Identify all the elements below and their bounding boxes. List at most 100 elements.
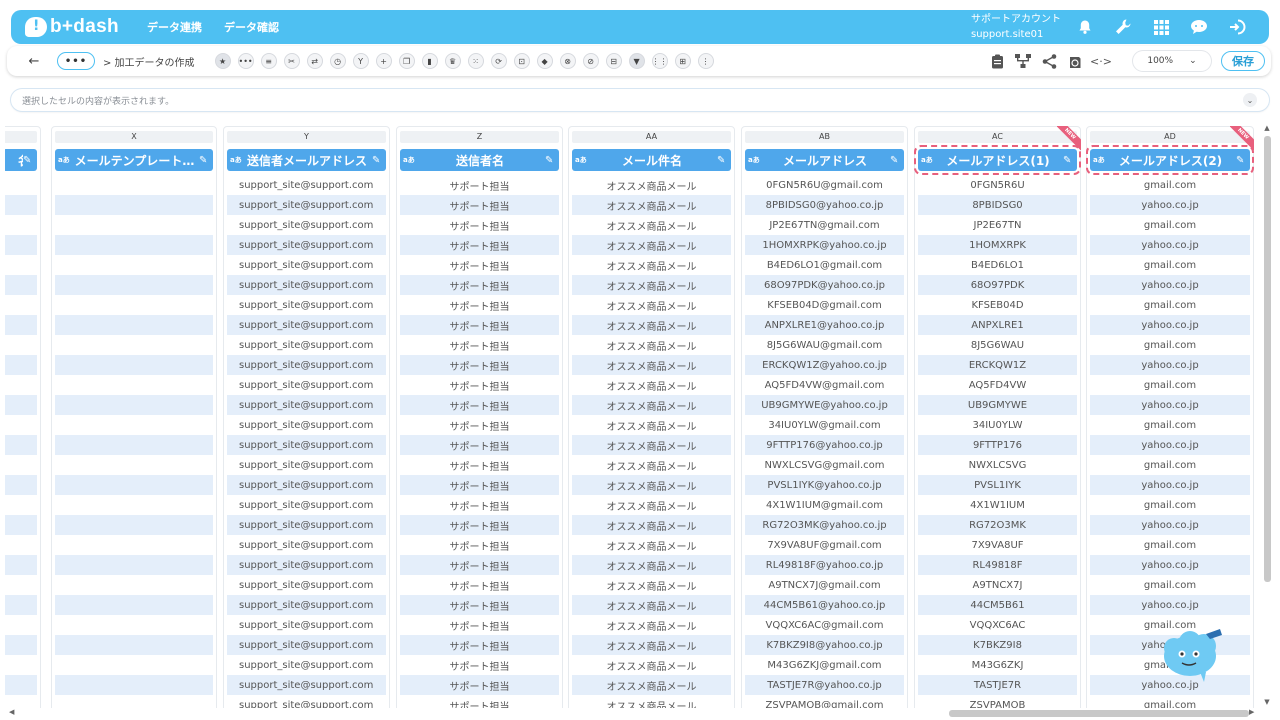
table-cell[interactable]: yahoo.co.jp [1090, 515, 1250, 535]
table-cell[interactable] [5, 355, 37, 375]
bdash-logo[interactable]: b+dash [25, 15, 123, 39]
table-cell[interactable]: gmail.com [1090, 255, 1250, 275]
table-cell[interactable]: KFSEB04D [918, 295, 1077, 315]
table-cell[interactable] [5, 275, 37, 295]
cell-content-bar[interactable]: 選択したセルの内容が表示されます。 ⌄ [11, 89, 1269, 111]
table-cell[interactable] [5, 255, 37, 275]
table-cell[interactable]: support_site@support.com [227, 315, 386, 335]
table-cell[interactable]: yahoo.co.jp [1090, 275, 1250, 295]
column-y[interactable]: Yaあ 送信者メールアドレス ✎ support_site@support.com su… [223, 126, 390, 708]
table-cell[interactable]: ERCKQW1Z [918, 355, 1077, 375]
table-cell[interactable]: gmail.com [1090, 495, 1250, 515]
table-cell[interactable] [55, 235, 213, 255]
table-cell[interactable]: gmail.com [1090, 455, 1250, 475]
table-cell[interactable]: gmail.com [1090, 375, 1250, 395]
refresh-icon[interactable]: ⟳ [490, 53, 507, 69]
table-cell[interactable] [55, 595, 213, 615]
table-cell[interactable]: support_site@support.com [227, 395, 386, 415]
table-cell[interactable]: AQ5FD4VW [918, 375, 1077, 395]
table-cell[interactable]: UB9GMYWE [918, 395, 1077, 415]
table-cell[interactable]: RG72O3MK [918, 515, 1077, 535]
table-cell[interactable]: gmail.com [1090, 575, 1250, 595]
column-z[interactable]: Zaあ 送信者名 ✎ サポート担当 サポート担当 サポート担当 サポート担当 サポート担当 サポ… [396, 126, 563, 708]
table-cell[interactable]: サポート担当 [400, 295, 559, 315]
table-cell[interactable] [5, 475, 37, 495]
table-cell[interactable]: K7BKZ9I8 [918, 635, 1077, 655]
table-cell[interactable] [55, 575, 213, 595]
column-letter[interactable]: Y [227, 131, 386, 143]
column-letter[interactable]: AD [1090, 131, 1250, 143]
table-cell[interactable] [55, 515, 213, 535]
table-cell[interactable]: VQQXC6AC [918, 615, 1077, 635]
table-cell[interactable]: PVSL1IYK [918, 475, 1077, 495]
column-header[interactable]: aあ メール件名 ✎ [572, 149, 731, 171]
table-cell[interactable]: 68O97PDK [918, 275, 1077, 295]
table-cell[interactable]: オススメ商品メール [572, 575, 731, 595]
scroll-right-icon[interactable]: ▶ [1249, 708, 1254, 716]
table-cell[interactable] [5, 175, 37, 195]
table-cell[interactable] [55, 415, 213, 435]
save-button[interactable]: 保存 [1221, 51, 1265, 71]
table-cell[interactable]: サポート担当 [400, 235, 559, 255]
chat-bubble-icon[interactable] [1189, 17, 1209, 37]
table-cell[interactable]: サポート担当 [400, 275, 559, 295]
table-cell[interactable]: support_site@support.com [227, 195, 386, 215]
table-cell[interactable]: オススメ商品メール [572, 275, 731, 295]
back-arrow-icon[interactable]: ← [25, 52, 43, 70]
table-cell[interactable] [5, 635, 37, 655]
table-cell[interactable] [5, 555, 37, 575]
table-cell[interactable]: RL49818F@yahoo.co.jp [745, 555, 904, 575]
table-cell[interactable]: support_site@support.com [227, 475, 386, 495]
table-cell[interactable]: AQ5FD4VW@gmail.com [745, 375, 904, 395]
table-cell[interactable] [55, 475, 213, 495]
table-cell[interactable]: 68O97PDK@yahoo.co.jp [745, 275, 904, 295]
table-cell[interactable]: サポート担当 [400, 335, 559, 355]
table-cell[interactable]: サポート担当 [400, 415, 559, 435]
table-cell[interactable]: support_site@support.com [227, 435, 386, 455]
more-menu-button[interactable]: ••• [57, 52, 95, 70]
table-cell[interactable] [5, 455, 37, 475]
scroll-left-icon[interactable]: ◀ [9, 708, 14, 716]
table-cell[interactable]: 7X9VA8UF [918, 535, 1077, 555]
table-cell[interactable]: サポート担当 [400, 375, 559, 395]
table-cell[interactable] [55, 495, 213, 515]
table-cell[interactable]: RG72O3MK@yahoo.co.jp [745, 515, 904, 535]
table-cell[interactable]: K7BKZ9I8@yahoo.co.jp [745, 635, 904, 655]
table-cell[interactable]: NWXLCSVG@gmail.com [745, 455, 904, 475]
table-cell[interactable]: オススメ商品メール [572, 515, 731, 535]
table-cell[interactable]: オススメ商品メール [572, 315, 731, 335]
table-cell[interactable]: support_site@support.com [227, 275, 386, 295]
crown-icon[interactable]: ♛ [444, 53, 461, 69]
hierarchy-icon[interactable] [1015, 53, 1031, 69]
column-ab[interactable]: AB aあ メールアドレス ✎ 0FGN5R6U@gmail.com 8PBIDSG0@y… [741, 126, 908, 708]
column-ac[interactable]: AC aあ メールアドレス(1) ✎ NEW 0FGN5R6U 8PBIDSG0 JP2E67… [914, 126, 1081, 708]
table-cell[interactable] [55, 195, 213, 215]
shuffle-icon[interactable]: ⊘ [582, 53, 599, 69]
table-cell[interactable]: NWXLCSVG [918, 455, 1077, 475]
clipboard-icon[interactable] [989, 53, 1005, 69]
table-cell[interactable] [55, 535, 213, 555]
table-icon[interactable]: ⊞ [674, 53, 691, 69]
cancel-icon[interactable]: ⊗ [559, 53, 576, 69]
table-cell[interactable]: サポート担当 [400, 455, 559, 475]
vertical-scrollbar[interactable]: ▲ ▼ [1262, 124, 1272, 710]
lock-icon[interactable]: ⊡ [513, 53, 530, 69]
table-cell[interactable]: 8PBIDSG0 [918, 195, 1077, 215]
column-header[interactable]: aあ 送信者メールアドレス ✎ [227, 149, 386, 171]
table-cell[interactable] [5, 235, 37, 255]
table-cell[interactable]: オススメ商品メール [572, 615, 731, 635]
table-cell[interactable]: support_site@support.com [227, 655, 386, 675]
table-cell[interactable]: support_site@support.com [227, 255, 386, 275]
table-cell[interactable]: オススメ商品メール [572, 675, 731, 695]
table-cell[interactable]: support_site@support.com [227, 615, 386, 635]
table-cell[interactable]: support_site@support.com [227, 515, 386, 535]
table-cell[interactable]: サポート担当 [400, 655, 559, 675]
table-cell[interactable]: support_site@support.com [227, 415, 386, 435]
table-cell[interactable]: ANPXLRE1 [918, 315, 1077, 335]
table-cell[interactable] [55, 555, 213, 575]
edit-pencil-icon[interactable]: ✎ [372, 155, 382, 166]
table-cell[interactable]: 8J5G6WAU@gmail.com [745, 335, 904, 355]
table-cell[interactable] [5, 335, 37, 355]
table-cell[interactable]: support_site@support.com [227, 495, 386, 515]
table-cell[interactable]: TASTJE7R@yahoo.co.jp [745, 675, 904, 695]
